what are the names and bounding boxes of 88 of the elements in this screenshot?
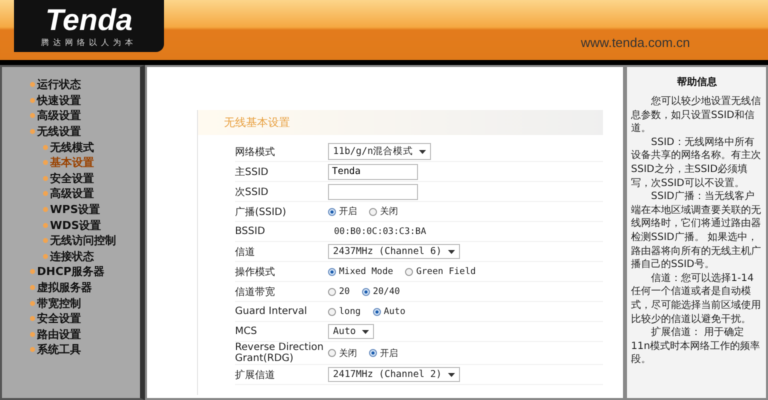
radio-label: 开启 <box>339 206 357 218</box>
dropdown[interactable]: 2437MHz (Channel 6) <box>328 244 460 259</box>
sidebar-item[interactable]: 路由设置 <box>37 326 81 342</box>
bullet-icon <box>30 300 35 306</box>
input-field[interactable]: Tenda <box>328 164 418 180</box>
field-label: 信道 <box>235 246 256 258</box>
sidebar-item[interactable]: 无线模式 <box>50 140 94 155</box>
sidebar-item[interactable]: 带宽控制 <box>37 296 81 311</box>
dropdown[interactable]: Auto <box>328 324 374 339</box>
radio-button[interactable] <box>328 288 336 296</box>
bullet-icon <box>30 113 35 118</box>
bullet-icon <box>30 332 35 337</box>
sidebar-item[interactable]: 安全设置 <box>50 170 94 186</box>
bullet-icon <box>30 98 35 103</box>
bullet-icon <box>30 129 35 134</box>
bullet-icon <box>30 316 35 322</box>
radio-label: Mixed Mode <box>339 266 394 276</box>
sidebar-item[interactable]: WDS设置 <box>50 218 102 233</box>
field-label: Guard Interval <box>235 306 308 317</box>
radio-button[interactable] <box>328 308 336 316</box>
sidebar-item[interactable]: 无线设置 <box>37 124 81 140</box>
radio-label: Green Field <box>416 266 476 276</box>
dropdown[interactable]: 2417MHz (Channel 2) <box>328 367 460 382</box>
radio-label: long <box>339 306 361 316</box>
bullet-icon <box>43 176 48 181</box>
radio-button[interactable] <box>369 349 377 357</box>
section-title: 无线基本设置 <box>198 110 603 135</box>
sidebar-item[interactable]: 运行状态 <box>37 77 81 92</box>
radio-button[interactable] <box>369 208 377 216</box>
bullet-icon <box>43 207 48 212</box>
slogan-text: 腾达网络以人为本 <box>41 36 137 48</box>
input-field[interactable] <box>328 184 418 200</box>
radio-label: 20 <box>339 286 350 296</box>
radio-label: 开启 <box>380 348 398 360</box>
radio-label: 20/40 <box>372 286 400 296</box>
field-label: 次SSID <box>235 186 270 198</box>
field-label: BSSID <box>235 226 266 237</box>
radio-button[interactable] <box>362 288 370 296</box>
field-label: Reverse Direction Grant(RDG) <box>235 342 325 364</box>
website-url: www.tenda.com.cn <box>580 35 690 50</box>
help-paragraph: 信道：您可以选择1-14任何一个信道或者是自动模式，尽可能选择当前区域使用比较少的信道以避免干扰。 <box>631 272 762 326</box>
dropdown[interactable]: 11b/g/n混合模式 <box>328 143 432 160</box>
bullet-icon <box>43 191 48 196</box>
caret-icon <box>419 150 426 154</box>
bullet-icon <box>30 269 35 274</box>
field-label: 信道带宽 <box>235 286 276 298</box>
sidebar-item[interactable]: 高级设置 <box>37 108 81 124</box>
field-label: 扩展信道 <box>235 368 276 382</box>
radio-label: Auto <box>384 306 406 316</box>
field-label: 网络模式 <box>235 146 276 158</box>
help-paragraph: SSID：无线网络中所有设备共享的网络名称。有主次SSID之分，主SSID必须填写，次SSID可以不设置。 <box>631 136 762 190</box>
field-label: 主SSID <box>235 166 270 178</box>
radio-label: 关闭 <box>380 206 398 218</box>
help-paragraph: 扩展信道： 用于确定11n模式时本网络工作的频率段。 <box>631 326 762 367</box>
sidebar-item[interactable]: 高级设置 <box>50 186 94 202</box>
radio-label: 关闭 <box>339 348 357 360</box>
radio-button[interactable] <box>328 349 336 357</box>
sidebar-item[interactable]: 连接状态 <box>50 248 94 264</box>
sidebar-item[interactable]: 安全设置 <box>37 311 81 326</box>
sidebar-item[interactable]: 快速设置 <box>37 92 81 108</box>
help-title: 帮助信息 <box>676 76 718 89</box>
help-paragraph: SSID广播：当无线客户端在本地区域调查要关联的无线网络时，它们将通过路由器检测SSID广播。 如果选中，路由器将向所有的无线主机广播自己的SSID号。 <box>631 190 762 272</box>
bullet-icon <box>30 347 35 352</box>
bullet-icon <box>30 285 35 290</box>
radio-button[interactable] <box>405 268 414 276</box>
caret-icon <box>448 250 455 254</box>
bullet-icon <box>30 82 35 88</box>
field-label: 操作模式 <box>235 266 276 278</box>
caret-icon <box>362 330 369 334</box>
radio-button[interactable] <box>328 268 336 276</box>
bullet-icon <box>43 254 48 259</box>
help-paragraph: 您可以较少地设置无线信息参数，如只设置SSID和信道。 <box>631 95 762 136</box>
logo-text: Tenda <box>45 4 133 36</box>
field-label: MCS <box>235 326 258 337</box>
bullet-icon <box>43 238 48 244</box>
radio-button[interactable] <box>328 208 336 216</box>
sidebar-item[interactable]: 虚拟服务器 <box>37 280 92 296</box>
sidebar-item[interactable]: 无线访问控制 <box>50 233 116 248</box>
bullet-icon <box>43 160 48 166</box>
field-value: 00:B0:0C:03:C3:BA <box>334 226 426 236</box>
sidebar-item[interactable]: DHCP服务器 <box>37 264 104 280</box>
sidebar-item[interactable]: WPS设置 <box>50 202 100 218</box>
radio-button[interactable] <box>372 308 381 316</box>
bullet-icon <box>43 222 48 228</box>
caret-icon <box>448 372 455 376</box>
field-label: 广播(SSID) <box>235 206 288 218</box>
sidebar-item[interactable]: 系统工具 <box>37 342 81 358</box>
bullet-icon <box>43 144 48 150</box>
